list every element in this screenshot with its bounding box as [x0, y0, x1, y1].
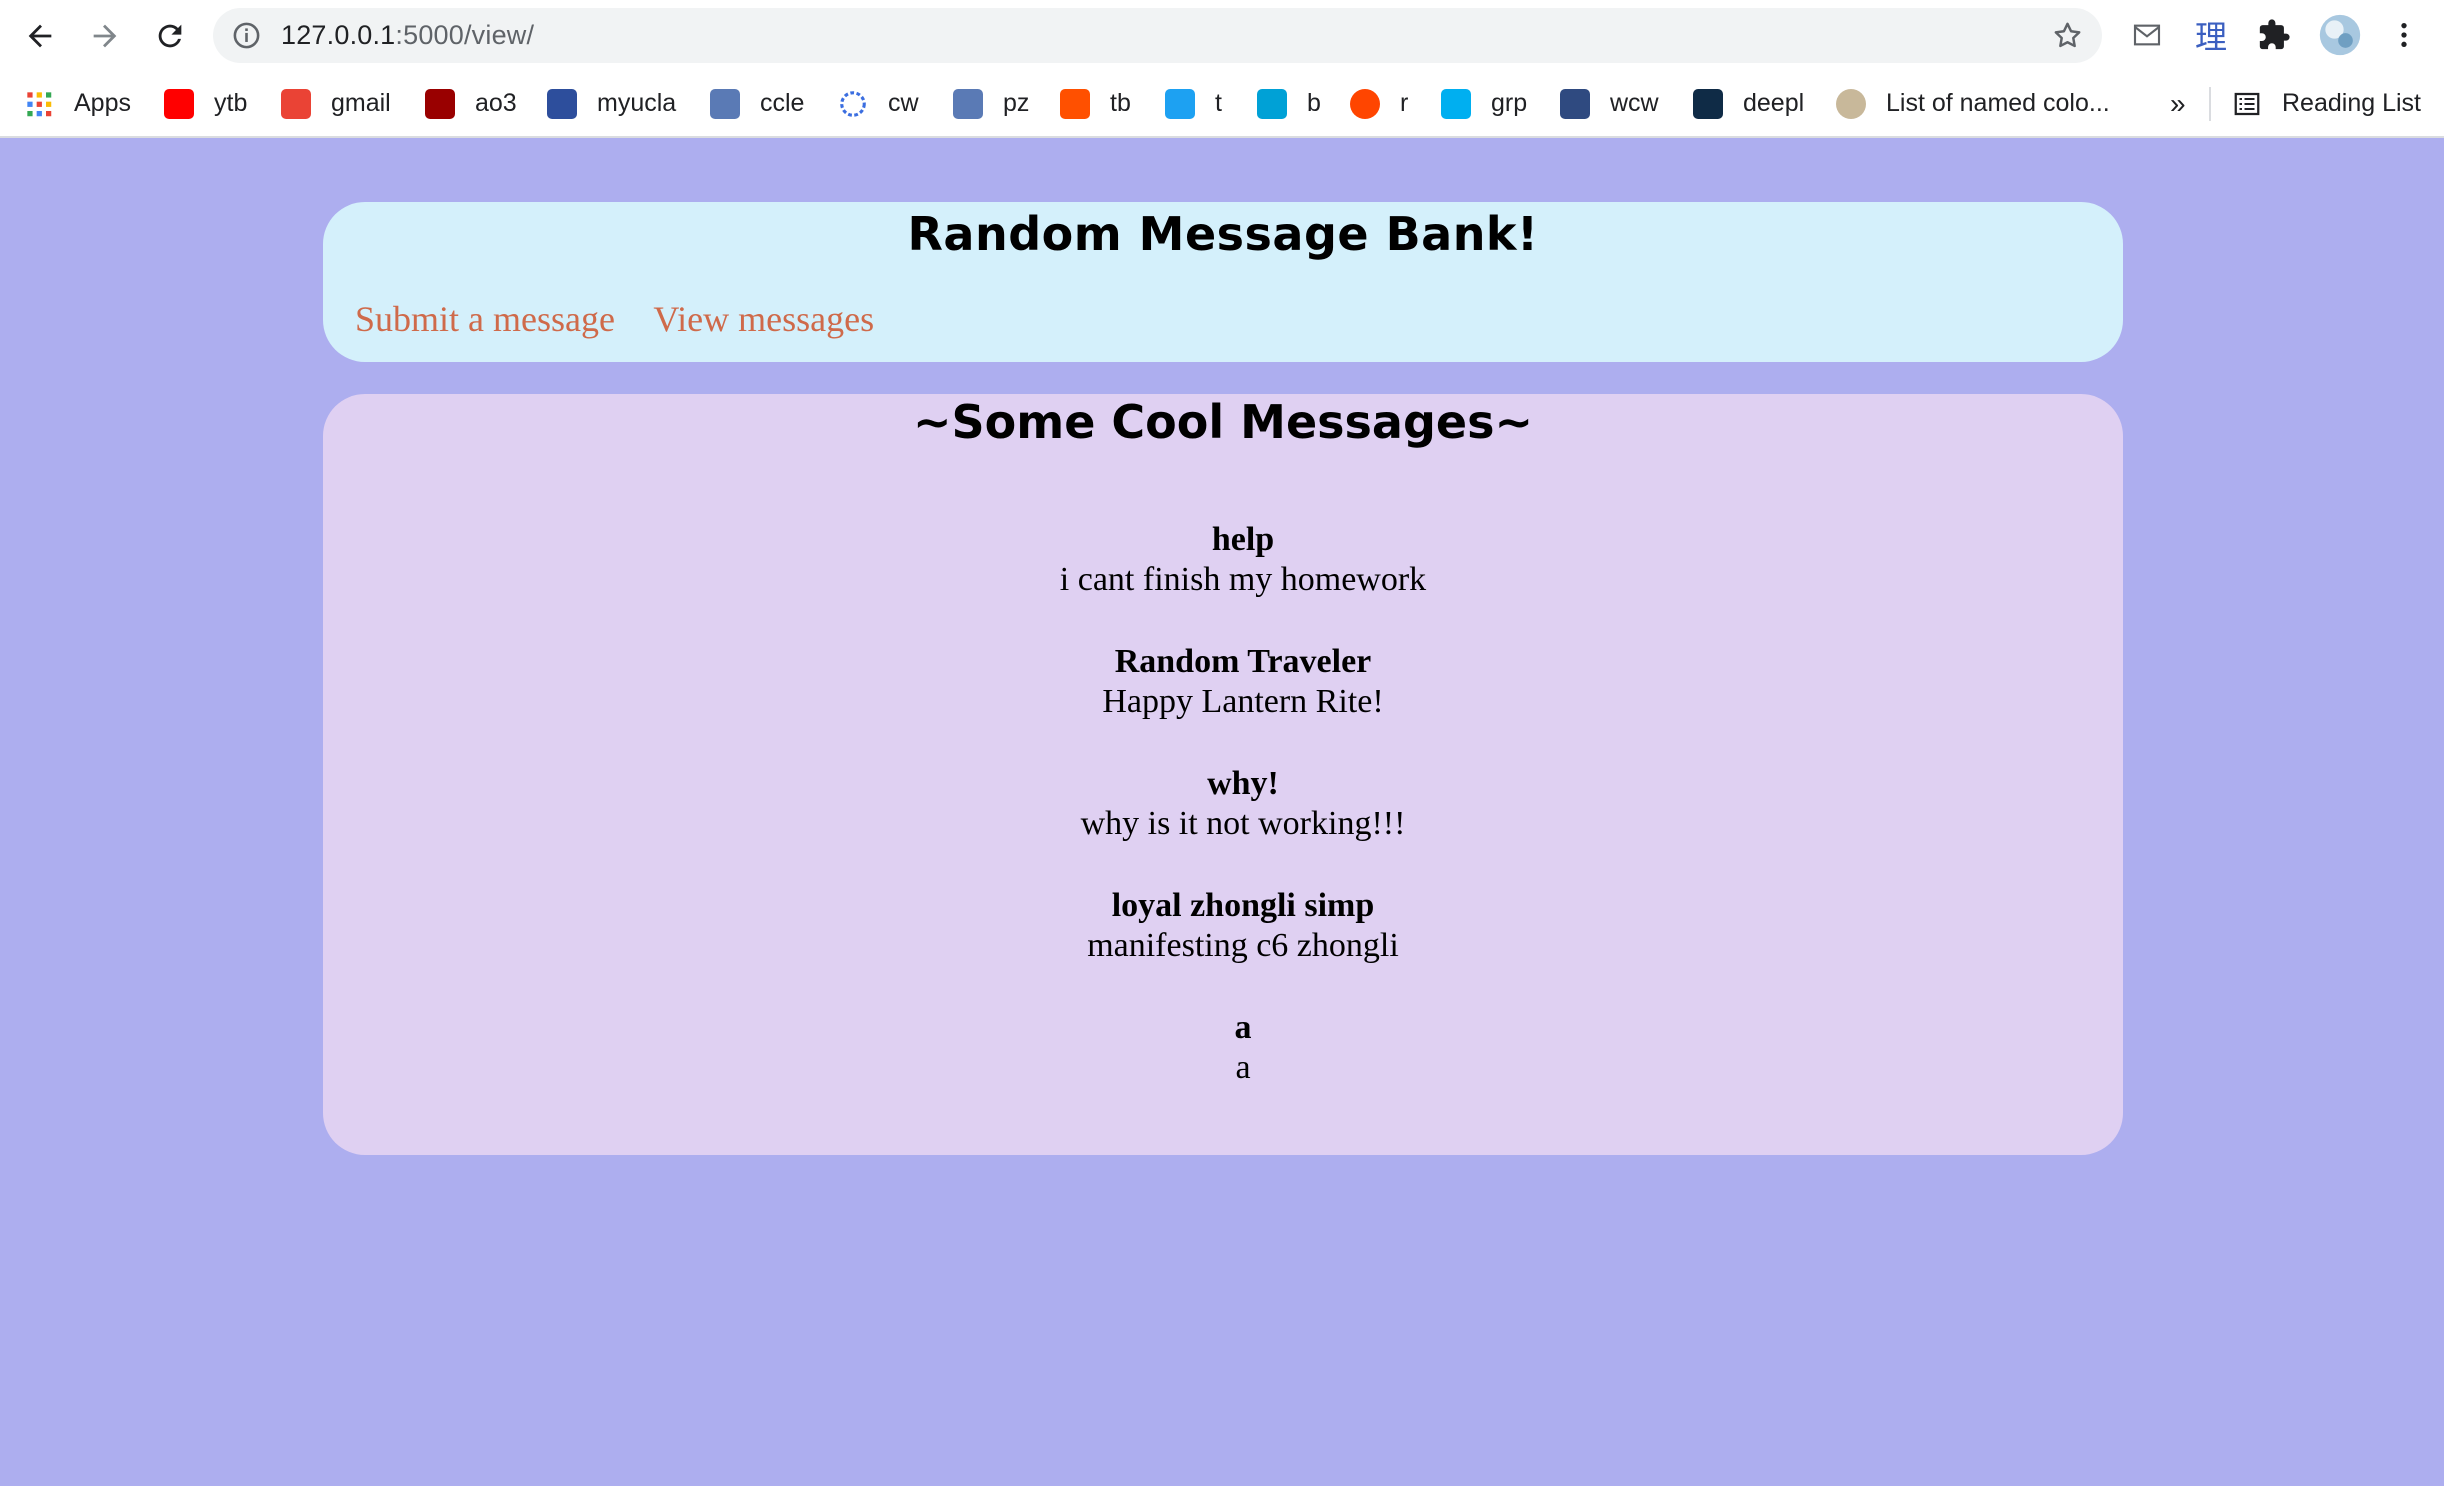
section-title: ~Some Cool Messages~ [913, 395, 1533, 449]
taobao-icon [1060, 88, 1090, 119]
bookmarks-divider [2209, 87, 2211, 121]
browser-menu-button[interactable] [2383, 14, 2425, 56]
bookmark-label: myucla [597, 89, 677, 117]
message-text: a [1235, 1049, 1251, 1086]
bookmark-label: ytb [214, 89, 248, 117]
overflow-chevron-icon: » [2170, 87, 2186, 119]
bookmark-tb[interactable]: tb [1060, 71, 1131, 136]
message-author: help [1211, 521, 1275, 558]
bookmark-b[interactable]: b [1257, 71, 1321, 136]
message-item: a a [363, 1008, 2123, 1130]
bookmark-label: deepl [1743, 89, 1805, 117]
youtube-icon [164, 88, 194, 119]
site-nav: Submit a message View messages [355, 298, 904, 340]
cw-icon [838, 89, 868, 119]
message-item: help i cant finish my homework [363, 520, 2123, 642]
forward-button[interactable] [81, 12, 129, 60]
ccle-icon [710, 88, 740, 119]
message-item: Random Traveler Happy Lantern Rite! [363, 642, 2123, 764]
bookmark-label: wcw [1610, 89, 1659, 117]
bookmark-ytb[interactable]: ytb [164, 71, 247, 136]
bookmark-label: gmail [331, 89, 391, 117]
bookmark-label: t [1215, 89, 1222, 117]
groupme-icon [1441, 88, 1471, 119]
submit-message-link[interactable]: Submit a message [355, 299, 615, 339]
bookmarks-bar: » Reading List Apps ytb gmail ao3 myucla ccle… [0, 71, 2444, 138]
bookmark-pz[interactable]: pz [953, 71, 1029, 136]
bookmark-label: ccle [760, 89, 805, 117]
bookmark-star-icon[interactable] [2051, 19, 2084, 52]
message-text: Happy Lantern Rite! [1102, 683, 1384, 720]
extension-label: 理 [2194, 18, 2227, 56]
profile-avatar[interactable] [2317, 12, 2363, 58]
translate-extension-icon[interactable]: 理 [2190, 14, 2232, 56]
bookmark-label: Apps [74, 89, 131, 117]
message-list: help i cant finish my homework Random Tr… [323, 520, 2123, 1130]
pz-icon [953, 88, 983, 119]
reading-list-icon [2234, 92, 2260, 115]
bookmark-label: pz [1003, 89, 1030, 117]
message-text: i cant finish my homework [1059, 561, 1427, 598]
bookmark-apps[interactable]: Apps [24, 71, 131, 136]
view-messages-link[interactable]: View messages [653, 299, 874, 339]
message-item: why! why is it not working!!! [363, 764, 2123, 886]
message-text: why is it not working!!! [1080, 805, 1406, 842]
avatar-globe-icon [2319, 14, 2361, 56]
bookmark-label: tb [1110, 89, 1131, 117]
bookmark-label: grp [1491, 89, 1528, 117]
wikipedia-icon [1836, 88, 1866, 119]
bookmark-deepl[interactable]: deepl [1693, 71, 1804, 136]
reading-list-label: Reading List [2282, 89, 2421, 117]
back-button[interactable] [16, 12, 64, 60]
reading-list-button[interactable]: Reading List [2232, 71, 2421, 136]
site-info-icon[interactable] [231, 20, 262, 51]
bookmark-label: List of named colo... [1886, 89, 2110, 117]
deepl-icon [1693, 88, 1723, 119]
reload-icon [158, 24, 182, 48]
bookmarks-overflow-button[interactable]: » [2170, 71, 2186, 136]
bookmark-label: cw [888, 89, 919, 117]
mail-extension-icon[interactable] [2126, 14, 2168, 56]
message-author: a [1234, 1009, 1252, 1046]
bookmark-label: b [1307, 89, 1321, 117]
bookmark-ccle[interactable]: ccle [710, 71, 804, 136]
message-text: manifesting c6 zhongli [1087, 927, 1399, 964]
url-path: :5000/view/ [395, 20, 535, 50]
twitter-icon [1165, 88, 1195, 119]
bookmark-cw[interactable]: cw [838, 71, 919, 136]
ao3-icon [425, 88, 455, 119]
myucla-icon [547, 88, 577, 119]
address-bar[interactable]: 127.0.0.1:5000/view/ [213, 8, 2102, 63]
header-card: Random Message Bank! Submit a message Vi… [323, 202, 2123, 362]
wcw-icon [1560, 88, 1590, 119]
back-arrow-icon [28, 24, 52, 48]
bookmark-gmail[interactable]: gmail [281, 71, 391, 136]
forward-arrow-icon [93, 24, 117, 48]
kebab-menu-icon [2401, 23, 2407, 47]
apps-grid-icon [24, 89, 54, 119]
message-author: loyal zhongli simp [1111, 887, 1375, 924]
message-item: loyal zhongli simp manifesting c6 zhongl… [363, 886, 2123, 1008]
bookmark-myucla[interactable]: myucla [547, 71, 676, 136]
bookmark-list-of-named-colo[interactable]: List of named colo... [1836, 71, 2110, 136]
bilibili-icon [1257, 88, 1287, 119]
page-title: Random Message Bank! [907, 207, 1539, 261]
bookmark-ao3[interactable]: ao3 [425, 71, 517, 136]
bookmark-wcw[interactable]: wcw [1560, 71, 1659, 136]
reload-button[interactable] [146, 12, 194, 60]
message-author: why! [1207, 765, 1279, 802]
bookmark-t[interactable]: t [1165, 71, 1222, 136]
bookmark-grp[interactable]: grp [1441, 71, 1527, 136]
message-author: Random Traveler [1114, 643, 1372, 680]
url-text[interactable]: 127.0.0.1:5000/view/ [281, 8, 534, 63]
gmail-icon [281, 88, 311, 119]
bookmark-label: r [1400, 89, 1409, 117]
bookmark-r[interactable]: r [1350, 71, 1408, 136]
extensions-puzzle-icon[interactable] [2253, 14, 2295, 56]
bookmark-label: ao3 [475, 89, 517, 117]
reddit-icon [1350, 88, 1380, 119]
url-host: 127.0.0.1 [281, 20, 396, 50]
browser-toolbar: 127.0.0.1:5000/view/ 理 [0, 0, 2444, 71]
messages-card: ~Some Cool Messages~ help i cant finish … [323, 394, 2123, 1155]
